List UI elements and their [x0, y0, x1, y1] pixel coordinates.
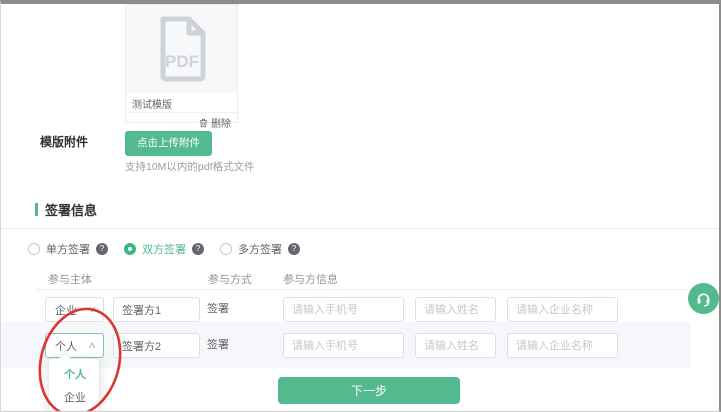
- headset-icon: [695, 290, 712, 307]
- subject-dropdown-menu: 个人 企业: [48, 358, 100, 412]
- radio-icon: [28, 243, 40, 255]
- person-name-input-row2[interactable]: [415, 333, 496, 358]
- selected-value: 企业: [55, 302, 77, 318]
- radio-icon: [124, 243, 136, 255]
- person-name-input-row1[interactable]: [415, 297, 496, 322]
- question-circle-icon[interactable]: ?: [96, 243, 108, 255]
- company-name-input-row2[interactable]: [507, 333, 618, 358]
- pdf-file-icon: PDF: [154, 16, 210, 82]
- radio-label: 单方签署: [46, 241, 90, 257]
- dropdown-option-company[interactable]: 企业: [49, 386, 99, 409]
- phone-input-row2[interactable]: [283, 333, 404, 358]
- question-circle-icon[interactable]: ?: [192, 243, 204, 255]
- column-header-method: 参与方式: [208, 271, 252, 287]
- next-step-button[interactable]: 下一步: [278, 377, 460, 404]
- phone-input-row1[interactable]: [283, 297, 404, 322]
- subject-select-row2[interactable]: 个人 ∧: [45, 333, 104, 358]
- upload-attachment-button[interactable]: 点击上传附件: [125, 131, 212, 156]
- column-header-subject: 参与主体: [48, 271, 92, 287]
- question-circle-icon[interactable]: ?: [288, 243, 300, 255]
- chevron-down-icon: ∨: [88, 304, 97, 315]
- company-name-input-row1[interactable]: [507, 297, 618, 322]
- uploaded-file-card: PDF 测试模版 删除: [125, 4, 238, 123]
- section-title: 签署信息: [45, 200, 97, 219]
- method-text-row2: 签署: [207, 333, 229, 358]
- sign-info-section-header: 签署信息: [35, 200, 97, 219]
- pdf-preview: PDF: [126, 5, 237, 93]
- signer-name-input-row1[interactable]: [113, 297, 200, 322]
- customer-support-button[interactable]: [688, 283, 719, 314]
- selected-value: 个人: [55, 338, 77, 354]
- radio-icon: [220, 243, 232, 255]
- header-divider: [35, 289, 691, 290]
- radio-single-party[interactable]: 单方签署 ?: [28, 241, 108, 257]
- dropdown-option-person[interactable]: 个人: [49, 363, 99, 386]
- upload-hint: 支持10M以内的pdf格式文件: [125, 159, 255, 174]
- method-text-row1: 签署: [207, 297, 229, 322]
- section-accent-bar: [35, 203, 38, 216]
- section-divider: [1, 228, 719, 229]
- pdf-type-label: PDF: [165, 52, 199, 71]
- file-name: 测试模版: [126, 93, 237, 113]
- chevron-up-icon: ∧: [88, 340, 97, 351]
- radio-two-party[interactable]: 双方签署 ?: [124, 241, 204, 257]
- subject-select-row1[interactable]: 企业 ∨: [45, 297, 104, 322]
- signer-name-input-row2[interactable]: [113, 333, 200, 358]
- radio-label: 双方签署: [142, 241, 186, 257]
- column-header-info: 参与方信息: [283, 271, 338, 287]
- delete-file-label: 删除: [211, 115, 231, 130]
- sign-mode-radio-group: 单方签署 ? 双方签署 ? 多方签署 ?: [28, 241, 316, 257]
- trash-icon: [199, 118, 208, 128]
- template-attachment-label: 模版附件: [40, 133, 88, 150]
- radio-multi-party[interactable]: 多方签署 ?: [220, 241, 300, 257]
- page: PDF 测试模版 删除 模版附件 点击上传附件 支持10M以内的pdf格式文件 …: [0, 0, 721, 412]
- radio-label: 多方签署: [238, 241, 282, 257]
- delete-file-button[interactable]: 删除: [126, 113, 237, 130]
